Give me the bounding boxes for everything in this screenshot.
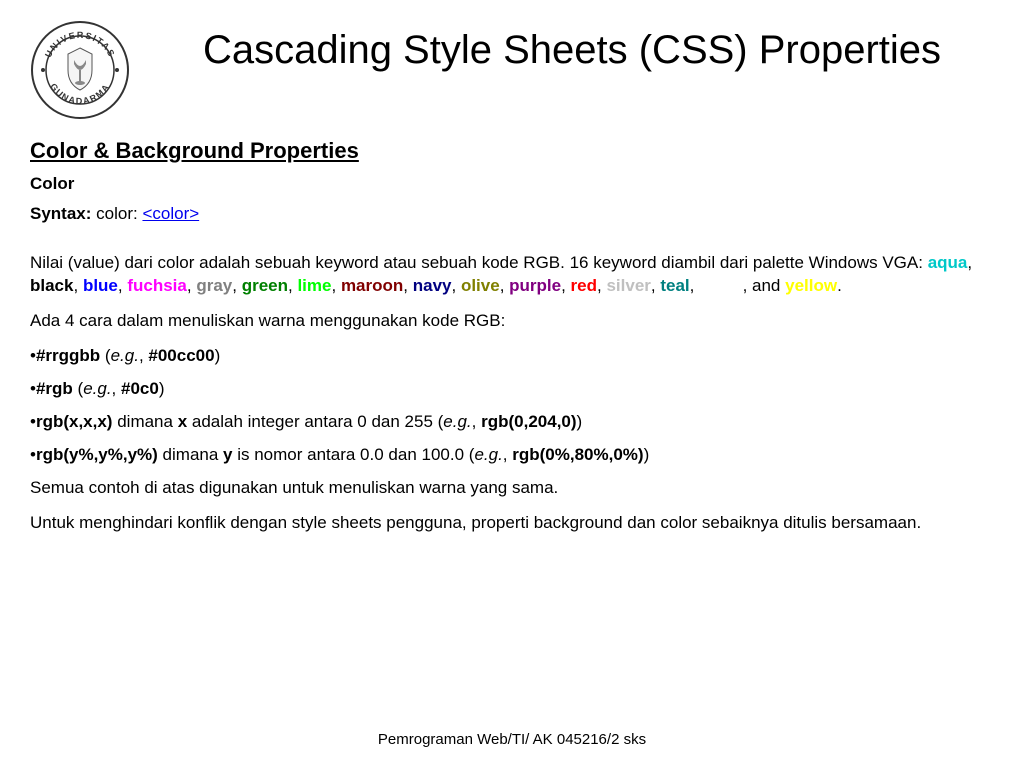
slide-title: Cascading Style Sheets (CSS) Properties (150, 20, 994, 74)
section-heading: Color & Background Properties (30, 138, 994, 164)
color-value-link[interactable]: <color> (142, 204, 199, 223)
color-keyword-green: green (242, 276, 288, 295)
rgb-format-bullet: •rgb(y%,y%,y%) dimana y is nomor antara … (30, 444, 994, 467)
color-keyword-yellow: yellow (785, 276, 837, 295)
rgb-format-bullet: •#rrggbb (e.g., #00cc00) (30, 345, 994, 368)
rgb-format-bullet: •#rgb (e.g., #0c0) (30, 378, 994, 401)
sub-heading-color: Color (30, 174, 994, 194)
slide-footer: Pemrograman Web/TI/ AK 045216/2 sks (0, 731, 1024, 748)
color-keyword-navy: navy (413, 276, 452, 295)
color-keyword-red: red (571, 276, 597, 295)
university-logo: UNIVERSITAS GUNADARMA (30, 20, 130, 120)
syntax-line: Syntax: color: <color> (30, 204, 994, 224)
paragraph-keywords: Nilai (value) dari color adalah sebuah k… (30, 252, 994, 298)
color-keyword-silver: silver (606, 276, 650, 295)
color-keyword-lime: lime (297, 276, 331, 295)
color-keyword-white: white (699, 276, 742, 295)
syntax-label: Syntax: (30, 204, 91, 223)
color-keyword-maroon: maroon (341, 276, 403, 295)
color-keyword-olive: olive (461, 276, 500, 295)
color-keyword-black: black (30, 276, 73, 295)
color-keyword-gray: gray (196, 276, 232, 295)
rgb-format-bullet: •rgb(x,x,x) dimana x adalah integer anta… (30, 411, 994, 434)
paragraph-conflict-note: Untuk menghindari konflik dengan style s… (30, 512, 994, 535)
color-keyword-fuchsia: fuchsia (127, 276, 187, 295)
paragraph-rgb-intro: Ada 4 cara dalam menuliskan warna menggu… (30, 310, 994, 333)
color-keyword-purple: purple (509, 276, 561, 295)
para1-lead: Nilai (value) dari color adalah sebuah k… (30, 253, 928, 272)
color-keyword-blue: blue (83, 276, 118, 295)
syntax-prop: color: (91, 204, 142, 223)
color-keyword-aqua: aqua (928, 253, 968, 272)
color-keyword-teal: teal (660, 276, 689, 295)
paragraph-same-color: Semua contoh di atas digunakan untuk men… (30, 477, 994, 500)
